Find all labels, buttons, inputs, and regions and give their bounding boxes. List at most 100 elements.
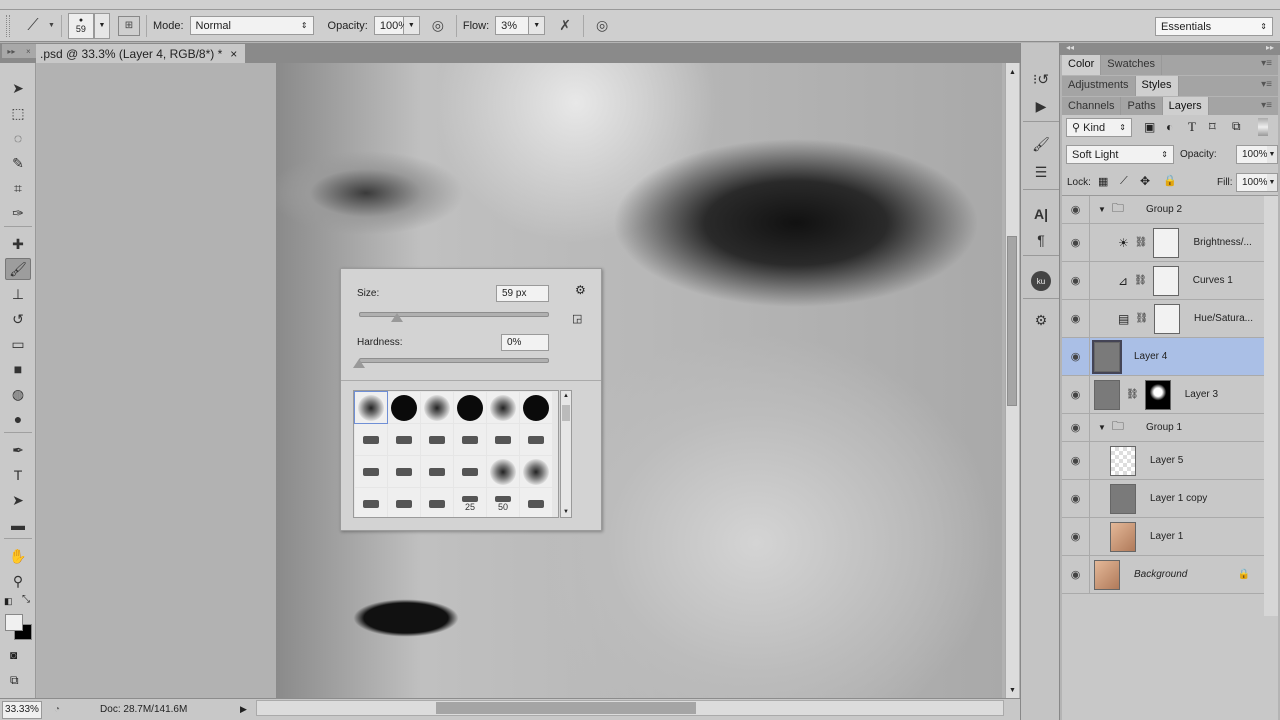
scroll-down-icon[interactable]: ▼ (1009, 687, 1016, 694)
brush-preset[interactable] (355, 456, 387, 487)
visibility-eye-icon[interactable]: ◉ (1062, 414, 1090, 441)
brush-presets-icon[interactable]: 🖌 (1029, 133, 1053, 155)
layer-opacity-dropdown[interactable]: ▼ (1267, 145, 1278, 164)
horizontal-scroll-thumb[interactable] (436, 702, 696, 714)
filter-pixel-icon[interactable]: ▣ (1144, 120, 1155, 134)
brush-preset[interactable] (388, 456, 420, 487)
zoom-tool[interactable]: ⚲ (5, 570, 31, 592)
layers-scrollbar[interactable] (1264, 196, 1278, 616)
layer-row[interactable]: ◉ Layer 1 copy (1062, 480, 1264, 518)
visibility-eye-icon[interactable]: ◉ (1062, 442, 1090, 479)
link-icon[interactable]: ⛓ (1134, 275, 1147, 286)
layer-row[interactable]: ◉ Layer 4 (1062, 338, 1264, 376)
opacity-input[interactable]: 100% (373, 16, 408, 35)
eyedropper-tool[interactable]: ✑ (5, 202, 31, 224)
visibility-eye-icon[interactable]: ◉ (1062, 518, 1090, 555)
pressure-opacity-icon[interactable]: ◎ (426, 17, 450, 34)
lasso-tool[interactable]: ◌ (5, 127, 31, 149)
tab-paths[interactable]: Paths (1121, 97, 1163, 117)
clone-stamp-tool[interactable]: ⊥ (5, 283, 31, 305)
default-colors-icon[interactable]: ◧ (4, 596, 13, 607)
chevron-down-icon[interactable]: ▼ (48, 22, 55, 29)
brush-preset[interactable] (487, 424, 519, 455)
brush-preset[interactable] (421, 392, 453, 423)
brush-picker-dropdown[interactable]: ▼ (93, 12, 110, 39)
screen-mode-icon[interactable]: ⧉ (10, 673, 19, 688)
rectangle-tool[interactable]: ▬ (5, 514, 31, 536)
collapse-right-icon[interactable]: ▸▸ (1266, 43, 1274, 55)
swap-colors-icon[interactable]: ⤡ (22, 594, 30, 605)
expand-icon[interactable]: ▸▸ (7, 47, 15, 56)
brush-size-picker[interactable]: ● 59 (67, 12, 94, 39)
visibility-eye-icon[interactable]: ◉ (1062, 224, 1090, 261)
flow-dropdown[interactable]: ▼ (529, 16, 546, 35)
tool-presets-icon[interactable]: ☰ (1029, 161, 1053, 183)
hand-tool[interactable]: ✋ (5, 545, 31, 567)
crop-tool[interactable]: ⌗ (5, 177, 31, 199)
kuler-icon[interactable]: ku (1029, 270, 1053, 292)
fill-dropdown[interactable]: ▼ (1267, 173, 1278, 192)
visibility-eye-icon[interactable]: ◉ (1062, 480, 1090, 517)
layer-row[interactable]: ◉ ☀ ⛓ Brightness/... (1062, 224, 1264, 262)
hardness-slider-track[interactable] (359, 358, 549, 363)
pen-tool[interactable]: ✒ (5, 439, 31, 461)
tab-channels[interactable]: Channels (1062, 97, 1122, 117)
presets-scrollbar[interactable]: ▲ ▼ (560, 390, 572, 518)
status-menu-arrow[interactable]: ▶ (240, 704, 247, 715)
new-preset-icon[interactable]: ◲ (572, 312, 582, 325)
panel-menu-icon[interactable]: ▾≡ (1255, 76, 1278, 96)
zoom-level-field[interactable]: 33.33% (2, 700, 42, 719)
size-input[interactable]: 59 px (496, 285, 549, 302)
brush-preset[interactable] (487, 392, 519, 423)
panel-menu-icon[interactable]: ▾≡ (1255, 55, 1278, 75)
healing-brush-tool[interactable]: ✚ (5, 233, 31, 255)
paragraph-icon[interactable]: ¶ (1029, 229, 1053, 251)
tab-swatches[interactable]: Swatches (1101, 55, 1162, 75)
panel-collapse-bar[interactable]: ◂◂ ▸▸ (1060, 43, 1280, 55)
gradient-tool[interactable]: ■ (5, 358, 31, 380)
disclosure-triangle-icon[interactable]: ▼ (1098, 205, 1106, 214)
brush-preset[interactable] (388, 488, 420, 517)
vertical-scroll-thumb[interactable] (1007, 236, 1017, 406)
opacity-dropdown[interactable]: ▼ (403, 16, 420, 35)
collapse-left-icon[interactable]: ◂◂ (1066, 43, 1074, 55)
link-icon[interactable]: ⛓ (1126, 389, 1139, 400)
layer-opacity-input[interactable]: 100% (1236, 145, 1268, 164)
close-icon[interactable]: × (26, 47, 31, 56)
scroll-up-icon[interactable]: ▲ (1009, 69, 1016, 76)
workspace-select[interactable]: Essentials ⇕ (1155, 17, 1273, 36)
brush-preset[interactable]: 50 (487, 488, 519, 517)
layer-row[interactable]: ◉ ⊿ ⛓ Curves 1 (1062, 262, 1264, 300)
brush-tool[interactable]: 🖌 (5, 258, 31, 280)
airbrush-icon[interactable]: ✗ (553, 17, 577, 34)
brush-preset[interactable] (388, 424, 420, 455)
brush-panel-toggle-icon[interactable]: ⊞ (117, 15, 140, 36)
size-slider-thumb[interactable] (391, 313, 403, 322)
brush-preset[interactable] (520, 392, 552, 423)
link-icon[interactable]: ⛓ (1135, 237, 1148, 248)
brush-preset[interactable] (355, 424, 387, 455)
foreground-color-swatch[interactable] (5, 614, 23, 631)
layer-row[interactable]: ◉ ▼ 🗀 Group 2 (1062, 196, 1264, 224)
brush-preset[interactable] (520, 488, 552, 517)
type-tool[interactable]: T (5, 464, 31, 486)
blend-mode-select[interactable]: Soft Light ⇕ (1066, 145, 1174, 164)
hardness-input[interactable]: 0% (501, 334, 549, 351)
brush-preset[interactable] (454, 392, 486, 423)
tab-adjustments[interactable]: Adjustments (1062, 76, 1136, 96)
panel-menu-icon[interactable]: ▾≡ (1255, 97, 1278, 117)
filter-type-icon[interactable]: T (1188, 119, 1196, 135)
flow-input[interactable]: 3% (495, 16, 530, 35)
link-icon[interactable]: ⛓ (1135, 313, 1148, 324)
lock-transparent-icon[interactable]: ▦ (1098, 175, 1108, 188)
quick-mask-icon[interactable]: ◙ (10, 648, 17, 662)
disclosure-triangle-icon[interactable]: ▼ (1098, 423, 1106, 432)
layer-row[interactable]: ◉ Background 🔒 (1062, 556, 1264, 594)
brush-preset[interactable] (421, 424, 453, 455)
visibility-eye-icon[interactable]: ◉ (1062, 300, 1090, 337)
layer-row[interactable]: ◉ Layer 1 (1062, 518, 1264, 556)
lock-all-icon[interactable]: 🔒 (1163, 174, 1177, 187)
brush-preset[interactable] (388, 392, 420, 423)
close-tab-icon[interactable]: × (230, 47, 237, 61)
document-tab[interactable]: .psd @ 33.3% (Layer 4, RGB/8*) * × (36, 44, 246, 63)
